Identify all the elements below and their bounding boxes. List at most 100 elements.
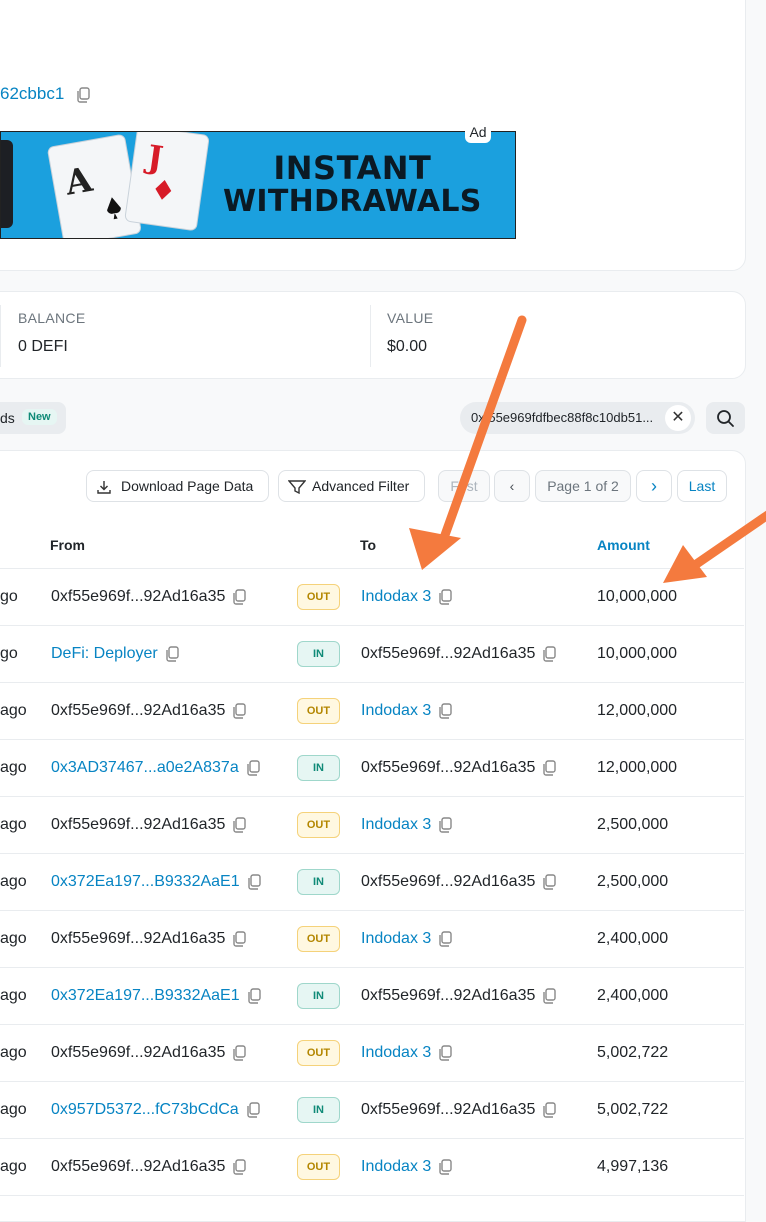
from-cell[interactable]: DeFi: Deployer: [51, 645, 180, 663]
close-icon[interactable]: ✕: [665, 405, 691, 431]
ad-line-1: INSTANT: [273, 149, 432, 187]
copy-icon[interactable]: [231, 817, 247, 833]
download-page-data-button[interactable]: Download Page Data: [86, 470, 269, 502]
copy-icon[interactable]: [245, 1102, 261, 1118]
copy-icon[interactable]: [246, 988, 262, 1004]
age-cell: ago: [0, 873, 27, 890]
copy-icon[interactable]: [437, 817, 453, 833]
direction-badge: IN: [297, 1097, 340, 1123]
chevron-right-icon[interactable]: ›: [636, 470, 672, 502]
to-address: Indodax 3: [361, 702, 432, 719]
amount-cell: 12,000,000: [597, 702, 678, 719]
last-page-button[interactable]: Last: [677, 470, 727, 502]
from-address: 0x372Ea197...B9332AaE1: [51, 873, 240, 890]
direction-badge: IN: [297, 869, 340, 895]
page-indicator: Page 1 of 2: [535, 470, 631, 502]
advanced-filter-button[interactable]: Advanced Filter: [278, 470, 425, 502]
age-cell: ago: [0, 1044, 27, 1061]
copy-icon[interactable]: [541, 988, 557, 1004]
age-cell: ago: [0, 1158, 27, 1175]
from-cell: 0xf55e969f...92Ad16a35: [51, 930, 247, 948]
direction-badge: OUT: [297, 584, 340, 610]
copy-icon[interactable]: [437, 1159, 453, 1175]
from-address: 0x3AD37467...a0e2A837a: [51, 759, 239, 776]
copy-icon[interactable]: [437, 931, 453, 947]
from-address: 0x372Ea197...B9332AaE1: [51, 987, 240, 1004]
copy-icon[interactable]: [437, 703, 453, 719]
copy-icon[interactable]: [231, 589, 247, 605]
ad-badge[interactable]: Ad: [465, 121, 491, 143]
row-divider: [0, 1195, 744, 1196]
to-cell[interactable]: Indodax 3: [361, 1158, 453, 1176]
tab-label: ds: [0, 410, 15, 426]
ad-dark-panel: [1, 140, 13, 228]
row-divider: [0, 682, 744, 683]
amount-cell: 2,400,000: [597, 930, 669, 947]
to-cell[interactable]: Indodax 3: [361, 816, 453, 834]
copy-icon[interactable]: [231, 931, 247, 947]
row-divider: [0, 796, 744, 797]
to-cell[interactable]: Indodax 3: [361, 702, 453, 720]
chevron-left-icon[interactable]: ‹: [494, 470, 530, 502]
age-cell: ago: [0, 759, 27, 776]
copy-icon[interactable]: [541, 760, 557, 776]
from-address: 0xf55e969f...92Ad16a35: [51, 588, 226, 605]
copy-icon[interactable]: [541, 1102, 557, 1118]
amount-cell: 2,500,000: [597, 873, 669, 890]
to-address: 0xf55e969f...92Ad16a35: [361, 759, 536, 776]
row-divider: [0, 1081, 744, 1082]
amount-cell: 12,000,000: [597, 759, 678, 776]
from-address: 0xf55e969f...92Ad16a35: [51, 1044, 226, 1061]
age-cell: ago: [0, 1101, 27, 1118]
header-amount[interactable]: Amount: [597, 537, 650, 553]
age-cell: go: [0, 588, 18, 605]
advanced-filter-label: Advanced Filter: [312, 478, 410, 494]
download-icon: [97, 481, 111, 494]
download-label: Download Page Data: [121, 478, 254, 494]
to-address: Indodax 3: [361, 930, 432, 947]
copy-icon[interactable]: [437, 589, 453, 605]
first-page-button[interactable]: First: [438, 470, 490, 502]
from-address: 0xf55e969f...92Ad16a35: [51, 702, 226, 719]
from-cell[interactable]: 0x372Ea197...B9332AaE1: [51, 873, 262, 891]
copy-icon[interactable]: [231, 1045, 247, 1061]
from-cell[interactable]: 0x372Ea197...B9332AaE1: [51, 987, 262, 1005]
amount-cell: 4,997,136: [597, 1158, 669, 1175]
to-address: 0xf55e969f...92Ad16a35: [361, 645, 536, 662]
to-address: Indodax 3: [361, 1044, 432, 1061]
copy-icon[interactable]: [437, 1045, 453, 1061]
amount-cell: 5,002,722: [597, 1101, 669, 1118]
to-cell: 0xf55e969f...92Ad16a35: [361, 1101, 557, 1119]
copy-icon[interactable]: [541, 646, 557, 662]
ad-banner[interactable]: A J INSTANT WITHDRAWALS: [0, 131, 516, 239]
direction-badge: IN: [297, 641, 340, 667]
age-cell: ago: [0, 930, 27, 947]
copy-icon[interactable]: [164, 646, 180, 662]
filter-icon: [288, 480, 306, 495]
copy-icon[interactable]: [541, 874, 557, 890]
to-cell: 0xf55e969f...92Ad16a35: [361, 645, 557, 663]
from-cell[interactable]: 0x957D5372...fC73bCdCa: [51, 1101, 261, 1119]
from-address: 0xf55e969f...92Ad16a35: [51, 1158, 226, 1175]
from-cell[interactable]: 0x3AD37467...a0e2A837a: [51, 759, 261, 777]
metric-divider: [370, 305, 371, 367]
copy-icon[interactable]: [245, 760, 261, 776]
direction-badge: OUT: [297, 1040, 340, 1066]
copy-icon[interactable]: [75, 86, 91, 103]
to-cell[interactable]: Indodax 3: [361, 1044, 453, 1062]
row-divider: [0, 853, 744, 854]
search-button[interactable]: [706, 402, 745, 434]
age-cell: go: [0, 645, 18, 662]
copy-icon[interactable]: [231, 703, 247, 719]
amount-cell: 10,000,000: [597, 645, 678, 662]
to-address: Indodax 3: [361, 1158, 432, 1175]
to-cell[interactable]: Indodax 3: [361, 588, 453, 606]
copy-icon[interactable]: [246, 874, 262, 890]
to-address: 0xf55e969f...92Ad16a35: [361, 987, 536, 1004]
amount-cell: 2,400,000: [597, 987, 669, 1004]
row-divider: [0, 1024, 744, 1025]
copy-icon[interactable]: [231, 1159, 247, 1175]
direction-badge: IN: [297, 755, 340, 781]
to-cell[interactable]: Indodax 3: [361, 930, 453, 948]
address-text: 62cbbc1: [0, 84, 65, 103]
